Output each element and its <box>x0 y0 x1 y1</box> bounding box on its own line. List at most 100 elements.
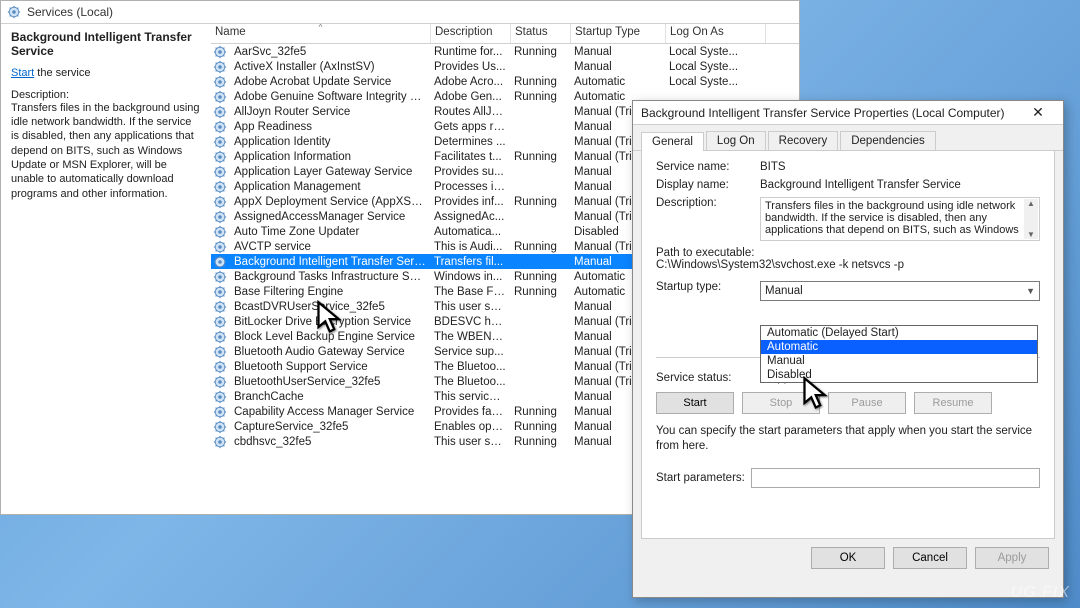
cell-name: Bluetooth Audio Gateway Service <box>230 344 430 360</box>
cell-description: This is Audi... <box>430 239 510 255</box>
cell-description: Facilitates t... <box>430 149 510 165</box>
service-icon <box>213 435 227 449</box>
cell-status: Running <box>510 284 570 300</box>
dialog-footer: OK Cancel Apply <box>633 547 1063 579</box>
scrollbar[interactable]: ▲▼ <box>1024 199 1038 239</box>
cell-name: Application Layer Gateway Service <box>230 164 430 180</box>
cell-name: Application Management <box>230 179 430 195</box>
watermark: UG FIX <box>1011 584 1070 602</box>
cell-description: Windows in... <box>430 269 510 285</box>
apply-button[interactable]: Apply <box>975 547 1049 569</box>
service-icon <box>213 300 227 314</box>
cell-description: Service sup... <box>430 344 510 360</box>
cell-description: Provides Us... <box>430 59 510 75</box>
tab-general[interactable]: General <box>641 132 704 151</box>
cell-description: The Bluetoo... <box>430 359 510 375</box>
cell-description: Runtime for... <box>430 44 510 60</box>
col-name[interactable]: Name <box>211 24 431 43</box>
opt-manual[interactable]: Manual <box>761 354 1037 368</box>
cell-status <box>510 230 570 234</box>
cell-name: BitLocker Drive Encryption Service <box>230 314 430 330</box>
cell-name: Auto Time Zone Updater <box>230 224 430 240</box>
startup-type-select[interactable]: Manual ▼ <box>760 281 1040 301</box>
cell-startup: Manual <box>570 59 665 75</box>
cell-name: Block Level Backup Engine Service <box>230 329 430 345</box>
service-icon <box>213 405 227 419</box>
start-parameters-input[interactable] <box>751 468 1040 488</box>
cell-status: Running <box>510 74 570 90</box>
ok-button[interactable]: OK <box>811 547 885 569</box>
service-properties-dialog: Background Intelligent Transfer Service … <box>632 100 1064 598</box>
stop-button[interactable]: Stop <box>742 392 820 414</box>
cell-description: The Bluetoo... <box>430 374 510 390</box>
cell-name: Bluetooth Support Service <box>230 359 430 375</box>
label-start-parameters: Start parameters: <box>656 472 745 484</box>
cell-description: Routes AllJo... <box>430 104 510 120</box>
service-icon <box>213 240 227 254</box>
cell-status: Running <box>510 89 570 105</box>
pause-button[interactable]: Pause <box>828 392 906 414</box>
table-row[interactable]: Adobe Acrobat Update ServiceAdobe Acro..… <box>211 74 799 89</box>
selected-service-name: Background Intelligent Transfer Service <box>11 30 201 59</box>
cell-description: The Base Fil... <box>430 284 510 300</box>
service-icon <box>213 255 227 269</box>
description-label: Description: <box>11 89 201 101</box>
startup-type-dropdown[interactable]: Automatic (Delayed Start) Automatic Manu… <box>760 325 1038 383</box>
tab-dependencies[interactable]: Dependencies <box>840 131 936 150</box>
cell-description: This user ser... <box>430 299 510 315</box>
cancel-button[interactable]: Cancel <box>893 547 967 569</box>
opt-disabled[interactable]: Disabled <box>761 368 1037 382</box>
cell-name: Capability Access Manager Service <box>230 404 430 420</box>
tab-recovery[interactable]: Recovery <box>768 131 839 150</box>
label-description: Description: <box>656 197 760 209</box>
description-box[interactable]: Transfers files in the background using … <box>760 197 1040 241</box>
tab-log-on[interactable]: Log On <box>706 131 766 150</box>
list-header[interactable]: Name Description Status Startup Type Log… <box>211 24 799 44</box>
cell-name: Base Filtering Engine <box>230 284 430 300</box>
scroll-up-icon[interactable]: ▲ <box>1027 199 1035 208</box>
dialog-title-text: Background Intelligent Transfer Service … <box>641 106 1005 120</box>
service-icon <box>213 360 227 374</box>
service-icon <box>213 120 227 134</box>
service-icon <box>213 75 227 89</box>
label-display-name: Display name: <box>656 179 760 191</box>
titlebar-text: Services (Local) <box>27 5 113 19</box>
cell-status <box>510 110 570 114</box>
cell-name: Background Tasks Infrastructure Service <box>230 269 430 285</box>
cell-status <box>510 380 570 384</box>
col-status[interactable]: Status <box>511 24 571 43</box>
cell-logon: Local Syste... <box>665 74 765 90</box>
service-icon <box>213 135 227 149</box>
col-log-on-as[interactable]: Log On As <box>666 24 766 43</box>
col-description[interactable]: Description <box>431 24 511 43</box>
label-service-status: Service status: <box>656 372 760 384</box>
label-path: Path to executable: <box>656 247 1040 259</box>
cell-description: Transfers fil... <box>430 254 510 270</box>
cell-description: The WBENG... <box>430 329 510 345</box>
cell-name: Background Intelligent Transfer Service <box>230 254 430 270</box>
opt-automatic-delayed[interactable]: Automatic (Delayed Start) <box>761 326 1037 340</box>
dialog-titlebar[interactable]: Background Intelligent Transfer Service … <box>633 101 1063 125</box>
titlebar: Services (Local) <box>1 1 799 24</box>
start-service-link[interactable]: Start <box>11 67 34 79</box>
close-icon[interactable]: ✕ <box>1021 104 1055 121</box>
cell-status: Running <box>510 44 570 60</box>
cell-status: Running <box>510 419 570 435</box>
opt-automatic[interactable]: Automatic <box>761 340 1037 354</box>
chevron-down-icon: ▼ <box>1026 286 1035 296</box>
cell-status <box>510 365 570 369</box>
start-line: Start the service <box>11 67 201 79</box>
scroll-down-icon[interactable]: ▼ <box>1027 230 1035 239</box>
table-row[interactable]: ActiveX Installer (AxInstSV)Provides Us.… <box>211 59 799 74</box>
cell-startup: Automatic <box>570 74 665 90</box>
service-icon <box>213 180 227 194</box>
cell-description: Provides su... <box>430 164 510 180</box>
cell-status <box>510 140 570 144</box>
cell-name: cbdhsvc_32fe5 <box>230 434 430 450</box>
cell-description: This user ser... <box>430 434 510 450</box>
resume-button[interactable]: Resume <box>914 392 992 414</box>
cell-name: AssignedAccessManager Service <box>230 209 430 225</box>
col-startup-type[interactable]: Startup Type <box>571 24 666 43</box>
table-row[interactable]: AarSvc_32fe5Runtime for...RunningManualL… <box>211 44 799 59</box>
start-button[interactable]: Start <box>656 392 734 414</box>
